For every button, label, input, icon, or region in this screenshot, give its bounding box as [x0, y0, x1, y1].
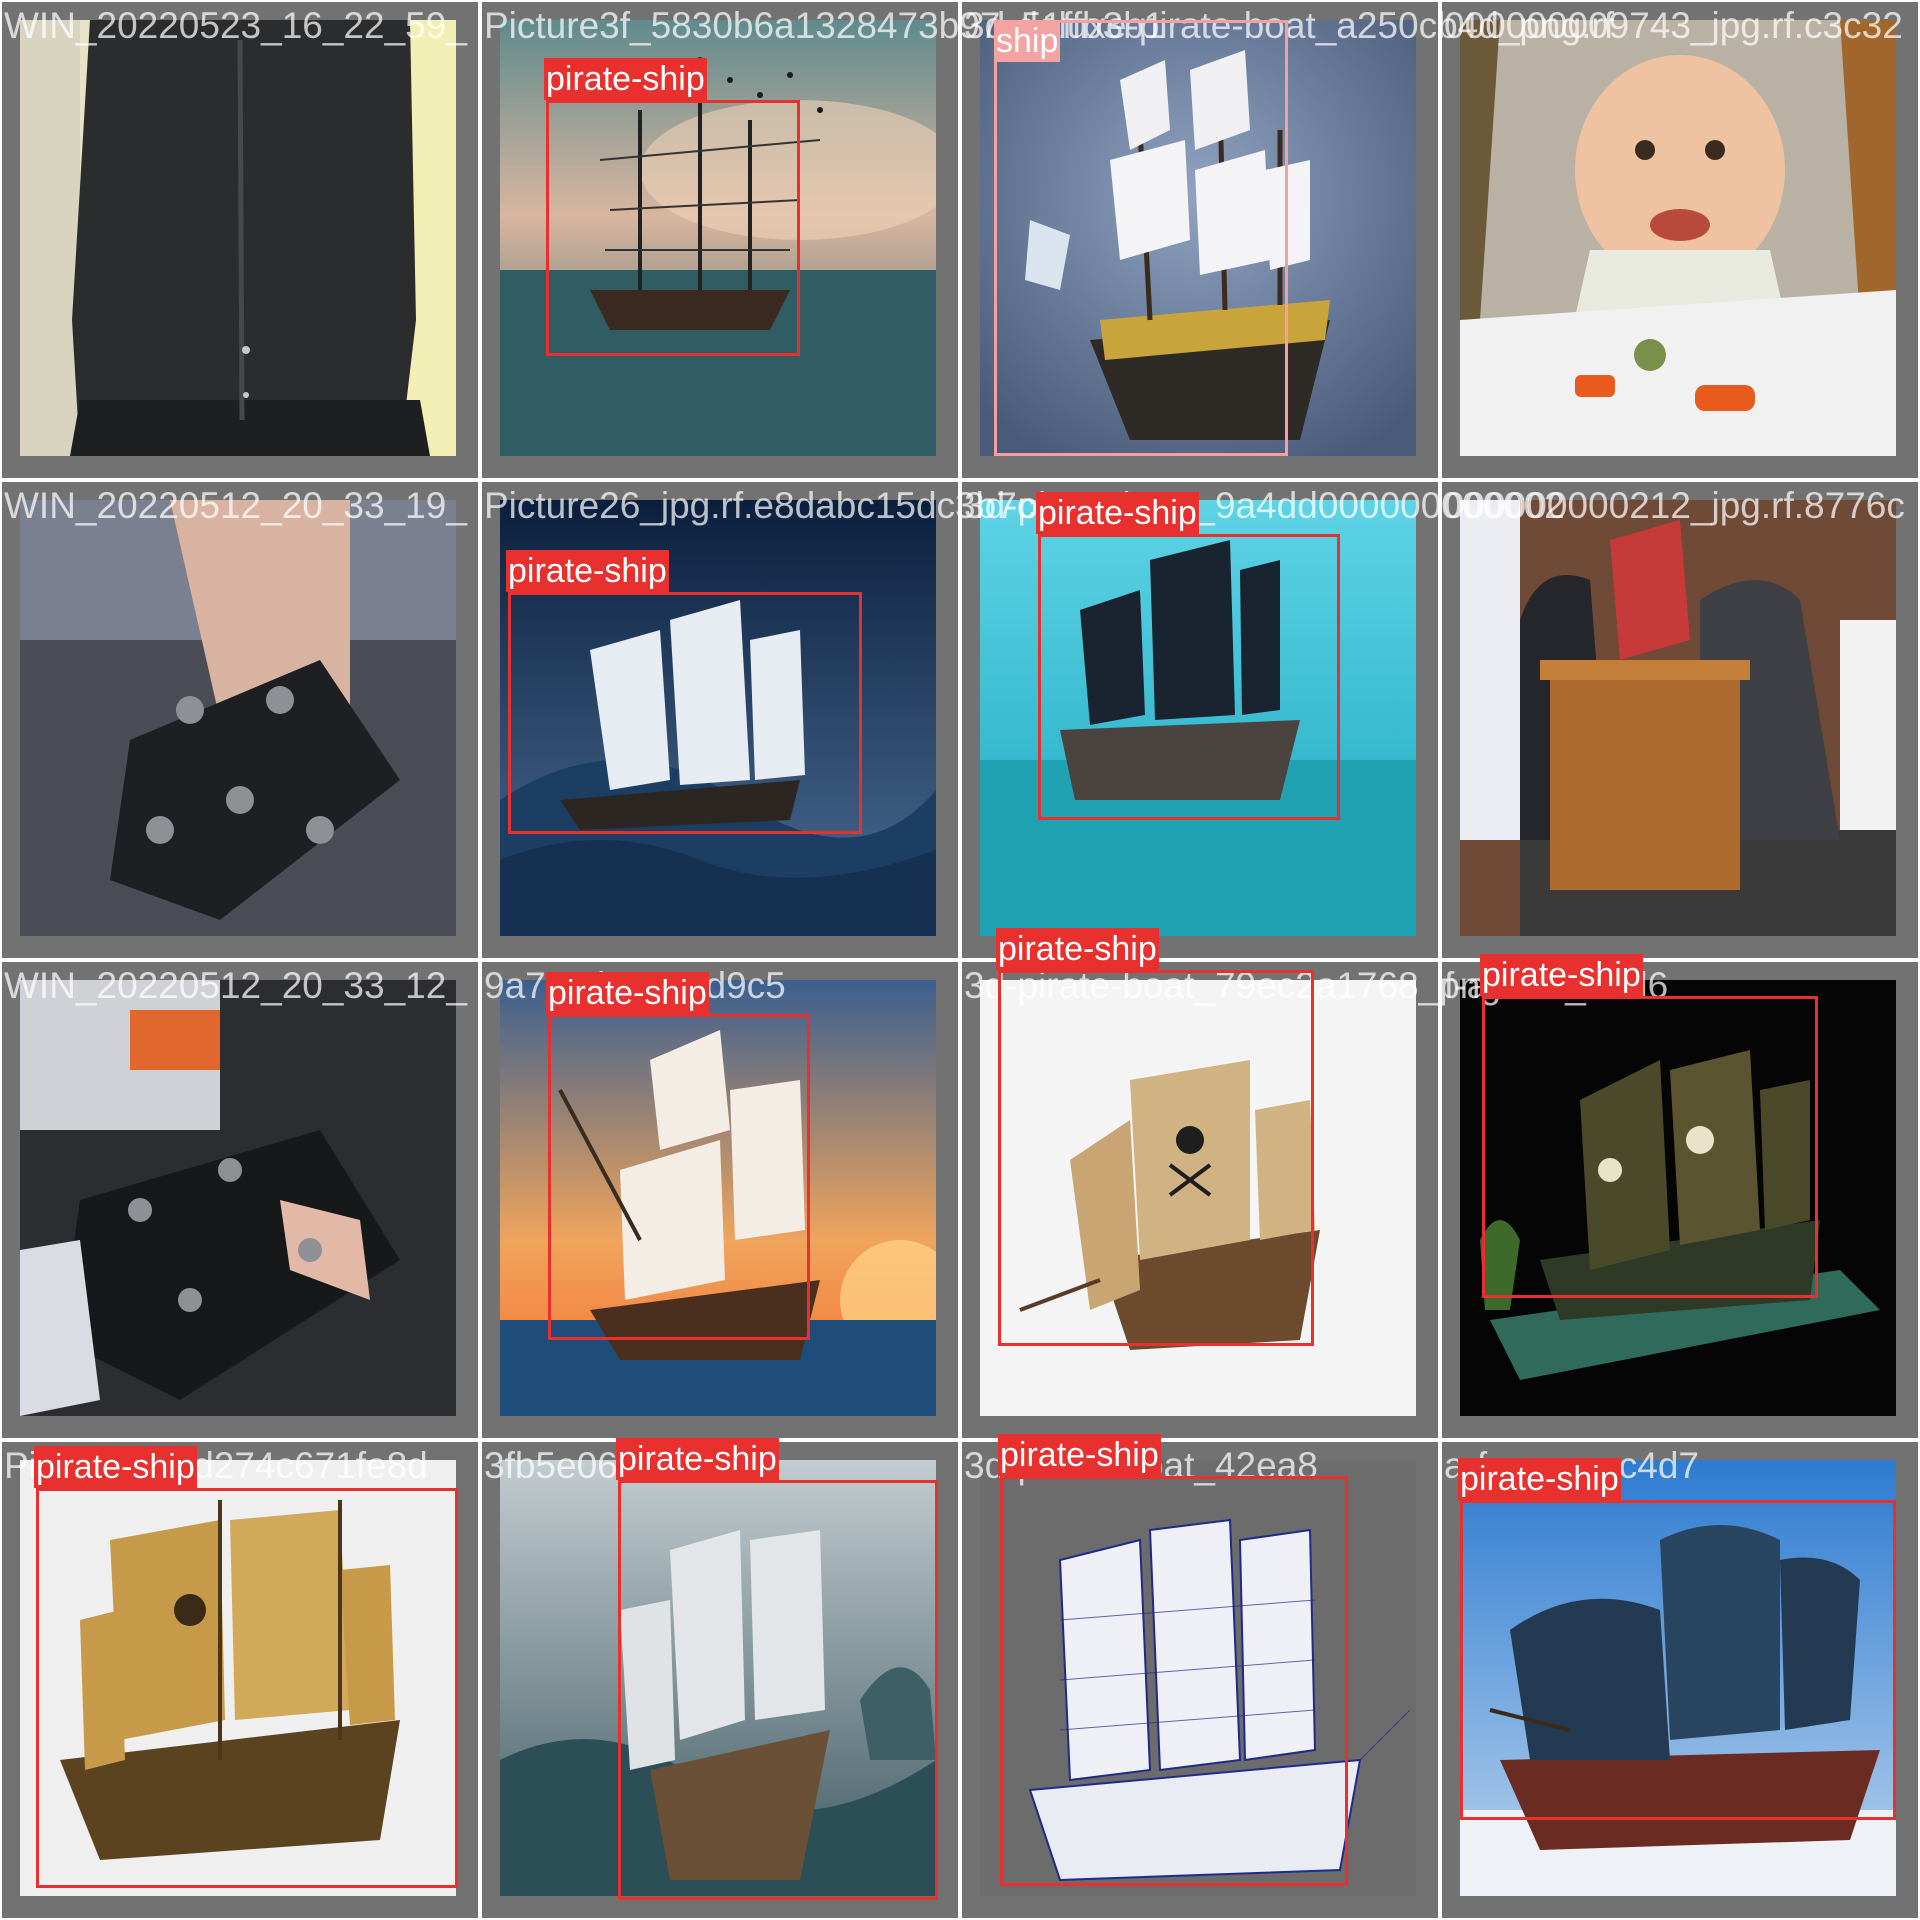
- bounding-box: [1000, 1476, 1348, 1886]
- bounding-box: [618, 1480, 938, 1900]
- detection: pirate-ship: [34, 1446, 458, 1888]
- detection-label: pirate-ship: [998, 1434, 1161, 1476]
- bounding-box: [548, 1014, 810, 1340]
- bounding-box: [998, 970, 1314, 1346]
- detection-label: pirate-ship: [544, 58, 707, 100]
- bounding-box: [1460, 1500, 1896, 1820]
- detection: pirate-ship: [1458, 1458, 1896, 1820]
- detection-label: ship: [994, 20, 1061, 62]
- detection-label: pirate-ship: [1036, 492, 1199, 534]
- mosaic-tile: Picture_rf.5d274c671fe8d pirate-ship: [0, 1440, 480, 1920]
- bounding-box: [994, 20, 1288, 456]
- detection: pirate-ship: [506, 550, 862, 834]
- mosaic-tile: 000000000212_jpg.rf.8776c: [1440, 480, 1920, 960]
- detection: pirate-ship: [544, 58, 800, 356]
- bounding-box: [508, 592, 862, 834]
- bounding-box: [1038, 534, 1340, 820]
- bounding-box: [1482, 996, 1818, 1298]
- detection: pirate-ship: [1480, 954, 1818, 1298]
- mosaic-tile: 3d-pirate-boat_79ec2a1768_png.rf pirate-…: [960, 928, 1534, 1440]
- mosaic-tile: 3fb5e063b5 pirate-ship: [480, 1438, 960, 1920]
- detection-label: pirate-ship: [1480, 954, 1643, 996]
- detection-label: pirate-ship: [616, 1438, 779, 1480]
- mosaic-tile: 3d-deluxe-pirate-boat_a250cb4d_png.rf sh…: [960, 0, 1614, 480]
- mosaic-tile: Picture26_jpg.rf.e8dabc15dc3b7c pirate-s…: [480, 480, 1035, 960]
- detection-label: pirate-ship: [996, 928, 1159, 970]
- bounding-box: [36, 1488, 458, 1888]
- detection-label: pirate-ship: [506, 550, 669, 592]
- tile-image-fabric: [20, 20, 456, 456]
- bounding-box: [546, 100, 800, 356]
- tile-image-podium: [1460, 500, 1896, 936]
- mosaic-tile: WIN_20220512_20_33_12_: [0, 960, 480, 1440]
- detection: pirate-ship: [546, 972, 810, 1340]
- tile-image-robot-parts: [20, 980, 456, 1416]
- tile-image-baby: [1460, 20, 1896, 456]
- mosaic-tile: 9a7z0d11041d9c5 pirate-ship: [480, 960, 960, 1440]
- mosaic-tile: f-a-a-a-_85d6 pirate-ship: [1440, 954, 1920, 1440]
- tile-image-hand-robot: [20, 500, 456, 936]
- detection-label: pirate-ship: [546, 972, 709, 1014]
- detection: pirate-ship: [998, 1434, 1348, 1886]
- mosaic-tile: 000000009743_jpg.rf.c3c32: [1440, 0, 1920, 480]
- detection-label: pirate-ship: [1458, 1458, 1621, 1500]
- mosaic-tile: 3d-pirate-boat_42ea8 pirate-ship: [960, 1434, 1440, 1920]
- detection-label: pirate-ship: [34, 1446, 197, 1488]
- detection: ship: [994, 20, 1288, 456]
- detection: pirate-ship: [1036, 492, 1340, 820]
- detection: pirate-ship: [996, 928, 1314, 1346]
- mosaic-tile: WIN_20220523_16_22_59_: [0, 0, 480, 480]
- detection-mosaic: WIN_20220523_16_22_59_ Picture3f_5830b6a…: [0, 0, 1920, 1920]
- mosaic-tile: WIN_20220512_20_33_19_: [0, 480, 480, 960]
- mosaic-tile: 3d-pirate-boat_9a4dd000000000002 pirate-…: [960, 480, 1565, 960]
- mosaic-tile: Picture3f_5830b6a1328473b97_51ffb3b1 pir…: [480, 0, 1164, 480]
- mosaic-tile: a-f-a-a-a-_c4d7 pirate-ship: [1440, 1440, 1920, 1920]
- detection: pirate-ship: [616, 1438, 938, 1900]
